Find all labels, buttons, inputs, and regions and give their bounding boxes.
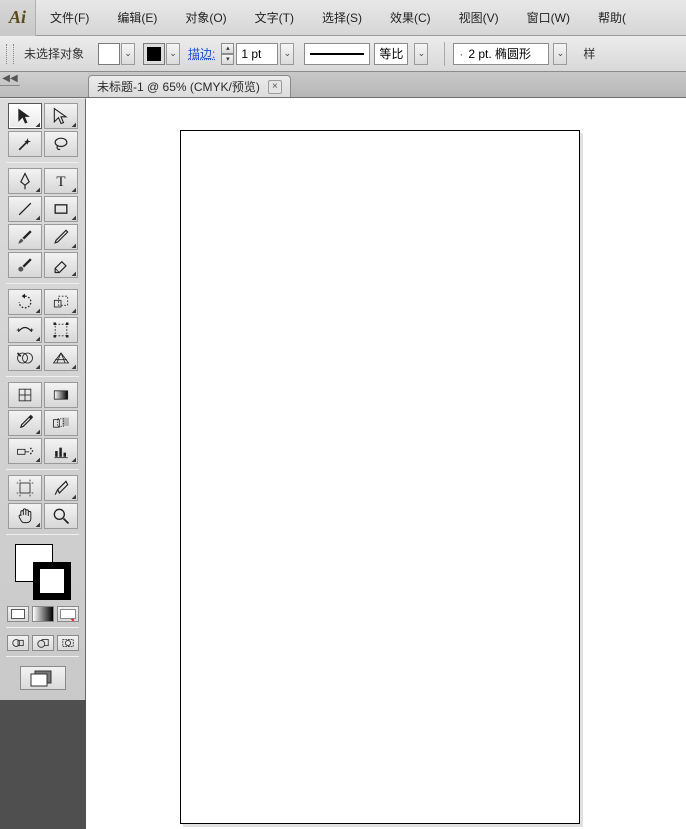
eyedropper-tool[interactable]	[8, 410, 42, 436]
shape-builder-tool[interactable]	[8, 345, 42, 371]
blend-tool[interactable]	[44, 410, 78, 436]
zoom-tool[interactable]	[44, 503, 78, 529]
control-bar: 未选择对象 ⌄ ⌄ 描边: ▴ ▾ 1 pt ⌄ 等比 ⌄ · 2 pt. 椭圆…	[0, 36, 686, 72]
draw-normal[interactable]	[7, 635, 29, 651]
toolbox-collapse-icon[interactable]: ◀◀	[0, 72, 20, 86]
selection-tool[interactable]	[8, 103, 42, 129]
scale-tool[interactable]	[44, 289, 78, 315]
control-bar-grip[interactable]	[6, 44, 14, 64]
svg-text:T: T	[56, 174, 65, 190]
menu-effect[interactable]: 效果(C)	[376, 0, 445, 36]
stroke-dropdown[interactable]: ⌄	[166, 43, 180, 65]
menu-object[interactable]: 对象(O)	[171, 0, 240, 36]
perspective-grid-tool[interactable]	[44, 345, 78, 371]
gradient-tool[interactable]	[44, 382, 78, 408]
fill-stroke-control[interactable]	[15, 544, 71, 600]
mesh-tool[interactable]	[8, 382, 42, 408]
artboard[interactable]	[180, 130, 580, 824]
color-mode-solid[interactable]	[7, 606, 29, 622]
style-link[interactable]: 样	[575, 45, 595, 62]
color-mode-gradient[interactable]	[32, 606, 54, 622]
canvas-area[interactable]	[86, 98, 686, 829]
workspace: T	[0, 98, 686, 829]
slice-tool[interactable]	[44, 475, 78, 501]
rectangle-tool[interactable]	[44, 196, 78, 222]
direct-selection-tool[interactable]	[44, 103, 78, 129]
fill-swatch[interactable]	[98, 43, 120, 65]
brush-definition[interactable]: · 2 pt. 椭圆形	[453, 43, 549, 65]
paintbrush-tool[interactable]	[8, 224, 42, 250]
separator	[444, 42, 445, 66]
profile-uniform[interactable]: 等比	[374, 43, 408, 65]
column-graph-tool[interactable]	[44, 438, 78, 464]
brush-definition-label: 2 pt. 椭圆形	[468, 45, 531, 62]
draw-behind[interactable]	[32, 635, 54, 651]
stroke-label[interactable]: 描边:	[188, 45, 215, 62]
stroke-weight-dropdown[interactable]: ⌄	[280, 43, 294, 65]
selection-status: 未选择对象	[24, 45, 84, 62]
artboard-tool[interactable]	[8, 475, 42, 501]
document-tab[interactable]: 未标题-1 @ 65% (CMYK/预览) ×	[88, 75, 291, 97]
toolbox: T	[0, 98, 86, 700]
stroke-weight-spinner[interactable]: ▴ ▾ 1 pt	[221, 43, 278, 65]
menu-edit[interactable]: 编辑(E)	[103, 0, 171, 36]
document-tab-title: 未标题-1 @ 65% (CMYK/预览)	[97, 78, 260, 95]
app-icon: Ai	[0, 0, 36, 36]
draw-mode-row	[6, 635, 79, 651]
line-segment-tool[interactable]	[8, 196, 42, 222]
brush-dropdown[interactable]: ⌄	[553, 43, 567, 65]
eraser-tool[interactable]	[44, 252, 78, 278]
menu-select[interactable]: 选择(S)	[308, 0, 376, 36]
hand-tool[interactable]	[8, 503, 42, 529]
profile-uniform-label: 等比	[379, 45, 403, 62]
stroke-weight-down[interactable]: ▾	[221, 54, 234, 65]
profile-dropdown[interactable]: ⌄	[414, 43, 428, 65]
menu-type[interactable]: 文字(T)	[241, 0, 308, 36]
brush-dot: ·	[458, 47, 464, 61]
rotate-tool[interactable]	[8, 289, 42, 315]
magic-wand-tool[interactable]	[8, 131, 42, 157]
stroke-weight-up[interactable]: ▴	[221, 43, 234, 54]
menu-view[interactable]: 视图(V)	[445, 0, 513, 36]
stroke-swatch[interactable]	[143, 43, 165, 65]
symbol-sprayer-tool[interactable]	[8, 438, 42, 464]
menu-bar: Ai 文件(F) 编辑(E) 对象(O) 文字(T) 选择(S) 效果(C) 视…	[0, 0, 686, 36]
blob-brush-tool[interactable]	[8, 252, 42, 278]
pen-tool[interactable]	[8, 168, 42, 194]
document-tab-close[interactable]: ×	[268, 80, 282, 94]
document-tab-bar: 未标题-1 @ 65% (CMYK/预览) ×	[0, 72, 686, 98]
pencil-tool[interactable]	[44, 224, 78, 250]
fill-dropdown[interactable]: ⌄	[121, 43, 135, 65]
lasso-tool[interactable]	[44, 131, 78, 157]
draw-inside[interactable]	[57, 635, 79, 651]
stroke-weight-value[interactable]: 1 pt	[236, 43, 278, 65]
type-tool[interactable]: T	[44, 168, 78, 194]
free-transform-tool[interactable]	[44, 317, 78, 343]
menu-window[interactable]: 窗口(W)	[513, 0, 584, 36]
color-mode-none[interactable]	[57, 606, 79, 622]
screen-mode-button[interactable]	[20, 666, 66, 690]
menu-file[interactable]: 文件(F)	[36, 0, 103, 36]
width-tool[interactable]	[8, 317, 42, 343]
menu-help[interactable]: 帮助(	[584, 0, 640, 36]
stroke-indicator[interactable]	[33, 562, 71, 600]
color-mode-row	[6, 606, 79, 622]
variable-width-profile[interactable]	[304, 43, 370, 65]
